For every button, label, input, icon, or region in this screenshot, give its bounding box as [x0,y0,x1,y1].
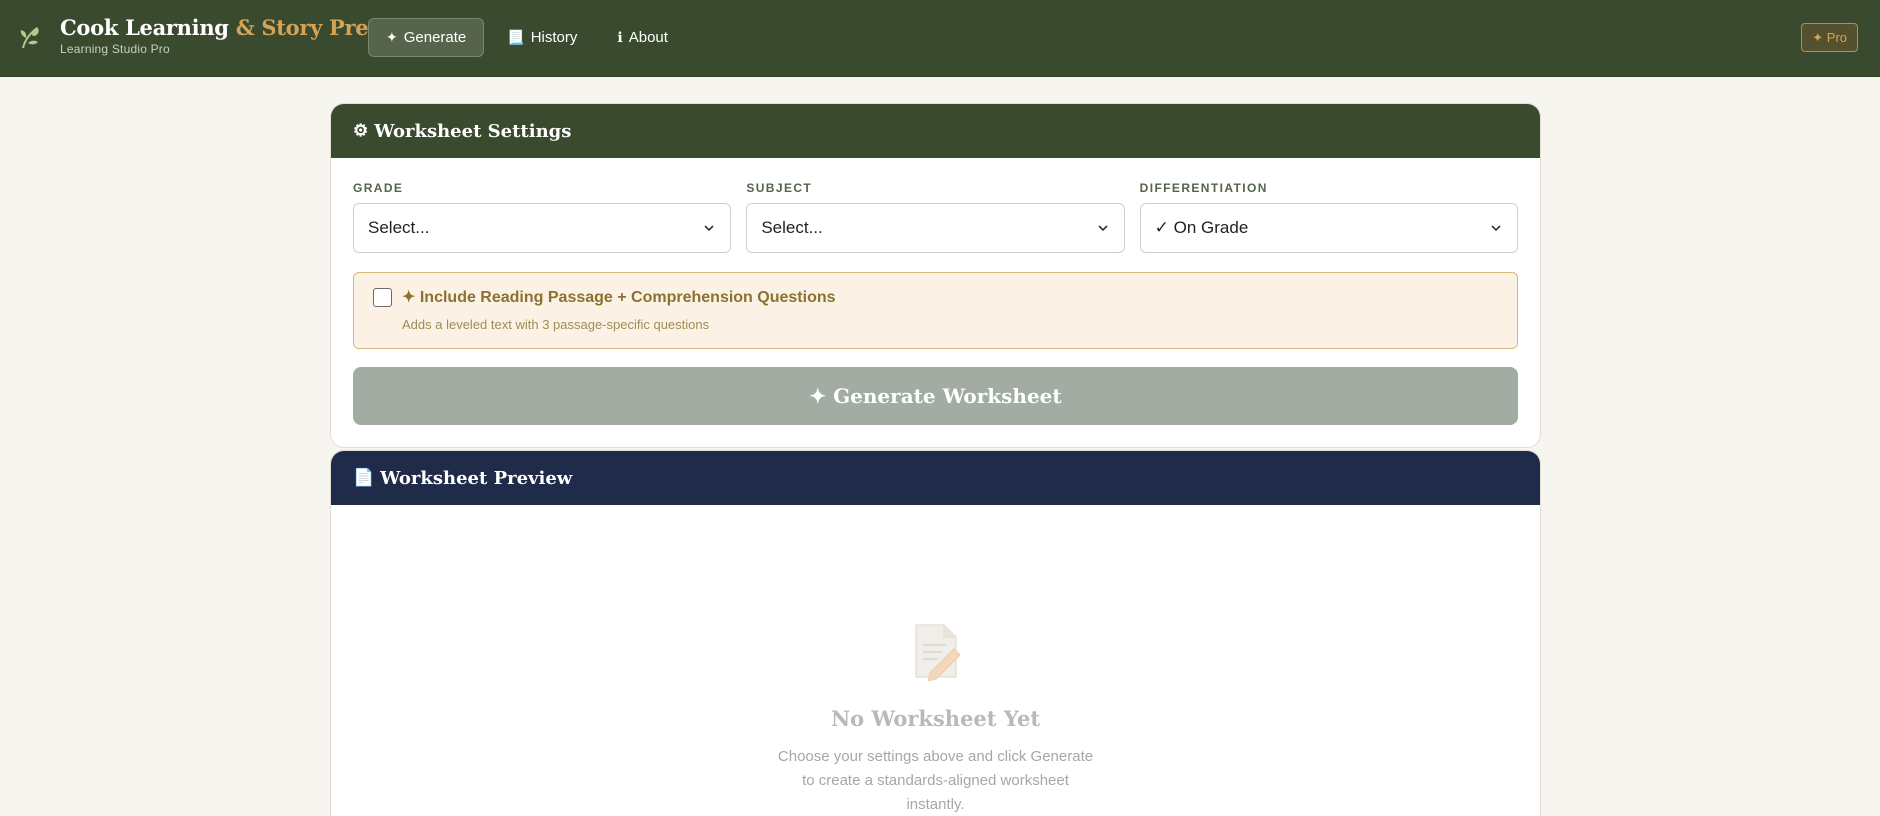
worksheet-settings-card: ⚙ Worksheet Settings GRADE Select... SUB… [330,103,1541,448]
differentiation-label: DIFFERENTIATION [1139,181,1268,195]
grade-select-value: Select... [368,218,430,237]
document-pencil-icon [914,624,961,682]
brand-title-main: Cook Learning [60,15,229,40]
scroll-page-icon: 📃 [507,29,525,45]
info-icon: ℹ [617,29,623,45]
worksheet-preview-card: 📄 Worksheet Preview No Worksheet Yet Cho… [330,450,1541,816]
reading-passage-checkbox[interactable] [373,288,392,307]
subject-field: SUBJECT Select... [746,181,1125,253]
subject-label: SUBJECT [746,181,813,195]
sparkle-icon: ✦ [386,29,398,45]
chevron-down-icon [1098,225,1108,232]
grade-select[interactable]: Select... [353,203,732,253]
nav-history-label: History [530,29,578,46]
subject-select[interactable]: Select... [746,203,1125,253]
nav-generate-button[interactable]: ✦ Generate [368,18,485,57]
nav-about-button[interactable]: ℹ About [600,18,685,57]
generate-worksheet-button[interactable]: ✦ Generate Worksheet [353,367,1518,425]
brand-subtitle: Learning Studio Pro [60,42,170,56]
top-bar: Cook Learning & Story Press Learning Stu… [0,0,1880,77]
chevron-down-icon [1491,225,1501,232]
document-icon: 📄 [353,468,375,488]
gear-icon: ⚙ [353,121,369,141]
differentiation-select-value: ✓ On Grade [1154,218,1249,237]
grade-label: GRADE [353,181,404,195]
nav-generate-label: Generate [403,29,467,46]
reading-passage-title: ✦ Include Reading Passage + Comprehensio… [402,289,836,306]
preview-header: 📄 Worksheet Preview [331,451,1540,505]
brand-title: Cook Learning & Story Press [60,15,392,40]
brand[interactable]: Cook Learning & Story Press Learning Stu… [60,15,392,56]
preview-title: Worksheet Preview [380,467,573,489]
nav-about-label: About [628,29,668,46]
differentiation-field: DIFFERENTIATION ✓ On Grade [1139,181,1518,253]
settings-title: Worksheet Settings [374,120,572,142]
subject-select-value: Select... [761,218,823,237]
settings-header: ⚙ Worksheet Settings [331,104,1540,158]
leaf-logo-icon [20,27,39,49]
differentiation-select[interactable]: ✓ On Grade [1139,203,1518,253]
empty-state-title: No Worksheet Yet [830,706,1041,731]
pro-badge[interactable]: ✦ Pro [1801,23,1858,52]
empty-state-text: Choose your settings above and click Gen… [777,748,1094,813]
reading-passage-option[interactable]: ✦ Include Reading Passage + Comprehensio… [353,272,1518,349]
grade-field: GRADE Select... [353,181,732,253]
main-nav: ✦ Generate 📃 History ℹ About [368,18,685,57]
nav-history-button[interactable]: 📃 History [490,18,594,57]
settings-fields: GRADE Select... SUBJECT Select... DIFFER… [353,181,1518,253]
empty-state: No Worksheet Yet Choose your settings ab… [331,621,1540,816]
chevron-down-icon [704,225,714,232]
reading-passage-subtitle: Adds a leveled text with 3 passage-speci… [402,317,710,332]
